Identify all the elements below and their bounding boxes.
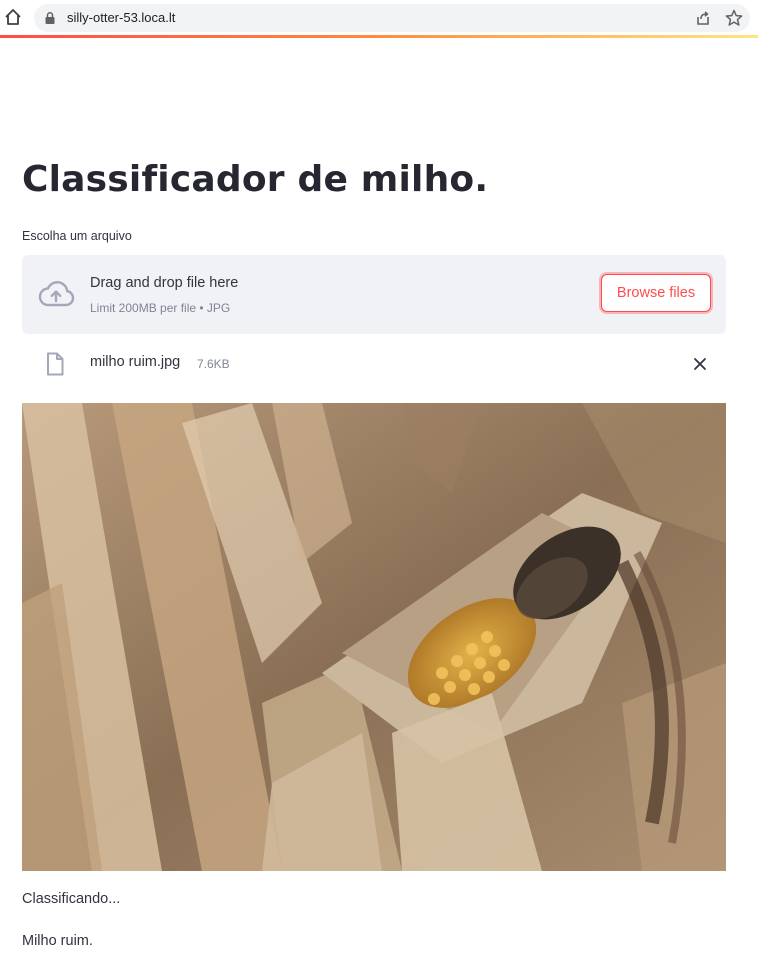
- uploaded-file-row: milho ruim.jpg 7.6KB: [22, 340, 726, 386]
- uploaded-file-name: milho ruim.jpg: [90, 354, 181, 370]
- classification-result: Milho ruim.: [22, 933, 93, 949]
- url-text[interactable]: silly-otter-53.loca.lt: [67, 10, 175, 26]
- file-icon: [47, 352, 64, 376]
- lock-icon[interactable]: [43, 11, 57, 25]
- uploaded-image: [22, 403, 726, 871]
- classifying-status: Classificando...: [22, 891, 121, 907]
- dropzone-limit-text: Limit 200MB per file • JPG: [90, 301, 231, 315]
- loading-gradient-bar: [0, 35, 758, 38]
- file-uploader-label: Escolha um arquivo: [22, 229, 132, 243]
- home-icon[interactable]: [2, 6, 24, 28]
- file-dropzone[interactable]: Drag and drop file here Limit 200MB per …: [22, 255, 726, 334]
- close-icon[interactable]: [688, 352, 712, 376]
- browser-toolbar: silly-otter-53.loca.lt: [0, 0, 758, 36]
- dropzone-instructions: Drag and drop file here: [90, 275, 239, 291]
- cloud-upload-icon: [38, 281, 75, 307]
- uploaded-file-size: 7.6KB: [197, 357, 230, 371]
- corn-photo: [22, 403, 726, 871]
- address-bar[interactable]: silly-otter-53.loca.lt: [34, 4, 750, 32]
- browse-files-button[interactable]: Browse files: [601, 274, 711, 312]
- share-icon[interactable]: [692, 7, 714, 29]
- star-icon[interactable]: [723, 7, 745, 29]
- page-title: Classificador de milho.: [22, 159, 489, 200]
